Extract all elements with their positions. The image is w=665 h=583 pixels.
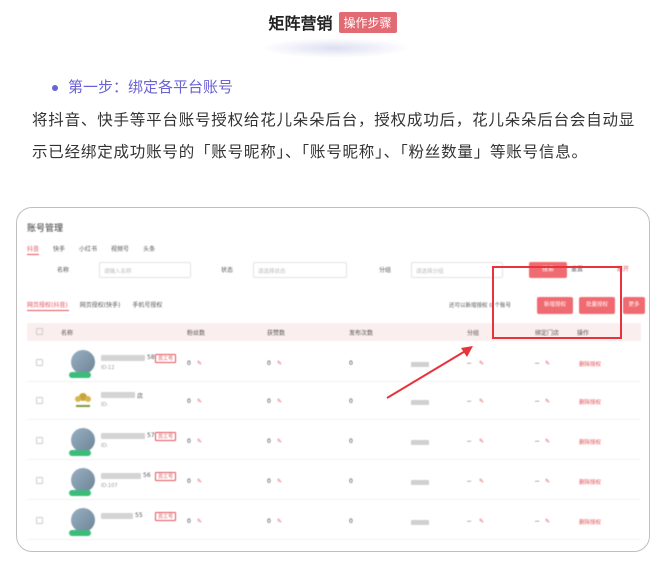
section-badge: 操作步骤	[338, 11, 397, 33]
annotation-arrow-icon	[386, 346, 473, 399]
step-label: 第一步：绑定各平台账号	[68, 78, 234, 96]
section-header: 矩阵营销 操作步骤	[0, 10, 665, 34]
description-text: 将抖音、快手等平台账号授权给花儿朵朵后台，授权成功后，花儿朵朵后台会自动显示已经…	[32, 111, 636, 161]
header-glow	[260, 38, 410, 58]
bullet-icon	[52, 84, 58, 91]
section-title: 矩阵营销	[268, 14, 333, 33]
screenshot-card: 账号管理 抖音 快手 小红书 视频号 头条 名称 请输入名称 状态 请选择状态 分组 请…	[16, 207, 650, 552]
step-item: 第一步：绑定各平台账号	[52, 76, 233, 97]
